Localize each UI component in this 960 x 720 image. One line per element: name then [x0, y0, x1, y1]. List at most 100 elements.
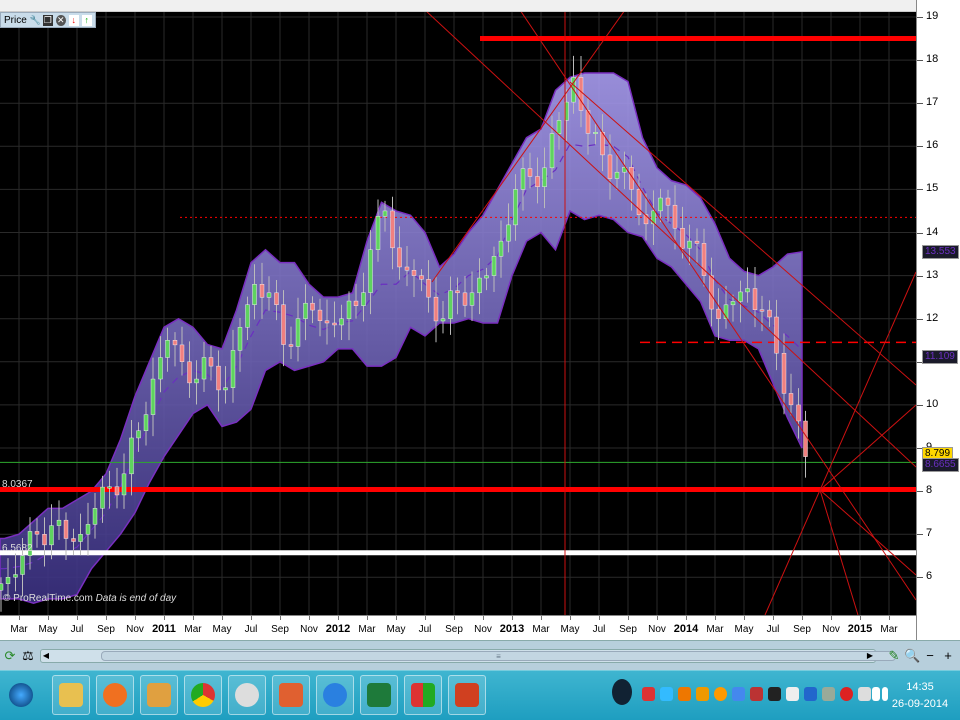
candle-body: [172, 340, 178, 346]
candle-body: [469, 292, 475, 306]
flag-tray-icon[interactable]: [786, 687, 799, 701]
printer-tray-icon[interactable]: [822, 687, 835, 701]
candle-body: [738, 291, 743, 302]
excel-taskbar-icon[interactable]: [360, 675, 398, 715]
y-tick-label: 16: [926, 139, 939, 152]
candle-body: [201, 357, 207, 380]
chrome-taskbar-icon[interactable]: [184, 675, 222, 715]
horizontal-scrollbar[interactable]: ◀ ≡ ▶: [40, 649, 896, 663]
refresh-icon[interactable]: ⟳: [2, 647, 18, 664]
person-tray-icon[interactable]: [768, 687, 781, 701]
x-tick-label: Jul: [592, 624, 606, 635]
x-tick-label: Sep: [619, 624, 637, 635]
candle-body: [281, 304, 286, 345]
antivirus-tray-icon[interactable]: [750, 687, 763, 701]
app-taskbar-icon[interactable]: [140, 675, 178, 715]
x-tick-label: 2011: [152, 623, 176, 635]
y-tick: [917, 103, 923, 105]
x-tick: [48, 616, 49, 620]
x-tick: [570, 616, 571, 620]
auto-scale-icon[interactable]: ✎: [886, 647, 902, 664]
x-tick-label: Mar: [706, 624, 724, 635]
app2-taskbar-icon[interactable]: [272, 675, 310, 715]
y-tick-label: 15: [926, 182, 939, 195]
scroll-right-icon[interactable]: ▶: [865, 650, 875, 662]
x-tick-label: Sep: [97, 624, 115, 635]
hp-taskbar-icon[interactable]: [228, 675, 266, 715]
volume-tray-icon[interactable]: [882, 687, 888, 701]
candle-body: [252, 284, 257, 305]
x-tick: [280, 616, 281, 620]
chart-type-icon[interactable]: ⚖: [20, 647, 36, 664]
scroll-left-icon[interactable]: ◀: [41, 650, 51, 662]
candle-tray-icon[interactable]: [642, 687, 655, 701]
bollinger-band: [0, 72, 803, 604]
candle-body: [339, 318, 344, 326]
zoom-fit-icon[interactable]: 🔍: [904, 647, 920, 664]
media-player-taskbar-icon[interactable]: [96, 675, 134, 715]
x-tick-label: May: [386, 624, 406, 635]
signal-tray-icon[interactable]: [872, 687, 880, 701]
snowflake-tray-icon[interactable]: [804, 687, 817, 701]
x-tick: [512, 616, 513, 620]
time-axis[interactable]: Mar May Jul Sep Nov 2011 Mar May Jul Sep Nov 2012 Ma…: [0, 615, 916, 640]
candle-body: [165, 340, 170, 358]
y-tick-label: 6: [926, 570, 933, 583]
candle-body: [672, 204, 678, 229]
x-tick: [396, 616, 397, 620]
price-axis[interactable]: 19181716151413121110987613.55311.1098.79…: [916, 0, 960, 640]
powerpoint-taskbar-icon[interactable]: [448, 675, 486, 715]
candle-body: [136, 430, 141, 439]
zoom-in-icon[interactable]: +: [940, 647, 956, 664]
search-tray-icon[interactable]: [660, 687, 673, 701]
move-down-icon[interactable]: ↓: [68, 14, 79, 26]
candle-body: [390, 210, 395, 249]
cloud-tray-icon[interactable]: [732, 687, 745, 701]
move-up-icon[interactable]: ↑: [81, 14, 92, 26]
x-tick: [425, 616, 426, 620]
scroll-thumb[interactable]: ≡: [101, 651, 896, 661]
help-tray-icon[interactable]: [612, 679, 632, 705]
upload-tray-icon[interactable]: [714, 687, 727, 701]
update-tray-icon[interactable]: [678, 687, 691, 701]
trend-line[interactable]: [819, 489, 916, 576]
start-button[interactable]: [2, 675, 40, 715]
device-tray-icon[interactable]: [858, 687, 871, 701]
copy-icon[interactable]: ❐: [42, 14, 53, 26]
y-tick-label: 19: [926, 10, 939, 22]
x-tick: [744, 616, 745, 620]
y-tick: [917, 17, 923, 18]
candle-body: [237, 327, 243, 351]
y-tick-label: 14: [926, 225, 939, 238]
x-tick-label: 2013: [499, 623, 525, 635]
x-tick-label: Jul: [244, 624, 258, 635]
candle-body: [20, 555, 25, 575]
s-tray-icon[interactable]: [696, 687, 709, 701]
x-tick-label: 2015: [847, 623, 873, 635]
x-tick-label: Mar: [880, 624, 898, 635]
candle-body: [382, 210, 388, 217]
candle-body: [121, 473, 127, 496]
close-icon[interactable]: ✕: [55, 14, 66, 26]
explorer-taskbar-icon[interactable]: [52, 675, 90, 715]
prorealtime-taskbar-icon[interactable]: [404, 675, 442, 715]
clock-time: 14:35: [906, 681, 934, 693]
candle-body: [759, 309, 765, 312]
system-clock[interactable]: 14:35 26-09-2014: [890, 679, 950, 713]
price-panel-header: Price 🔧 ❐ ✕ ↓ ↑: [0, 12, 96, 28]
beats-tray-icon[interactable]: [840, 687, 853, 701]
price-tag: 13.553: [922, 244, 959, 259]
x-tick: [106, 616, 107, 620]
zoom-out-icon[interactable]: −: [922, 647, 938, 664]
y-tick: [917, 577, 923, 579]
candle-body: [179, 344, 185, 362]
price-chart[interactable]: [0, 12, 916, 615]
candle-body: [433, 296, 439, 322]
internet-explorer-taskbar-icon[interactable]: [316, 675, 354, 715]
candle-body: [0, 583, 4, 591]
wrench-icon[interactable]: 🔧: [30, 15, 41, 26]
x-tick: [19, 616, 20, 620]
candle-body: [63, 519, 69, 539]
candle-body: [767, 309, 772, 318]
x-tick-label: May: [212, 624, 232, 635]
